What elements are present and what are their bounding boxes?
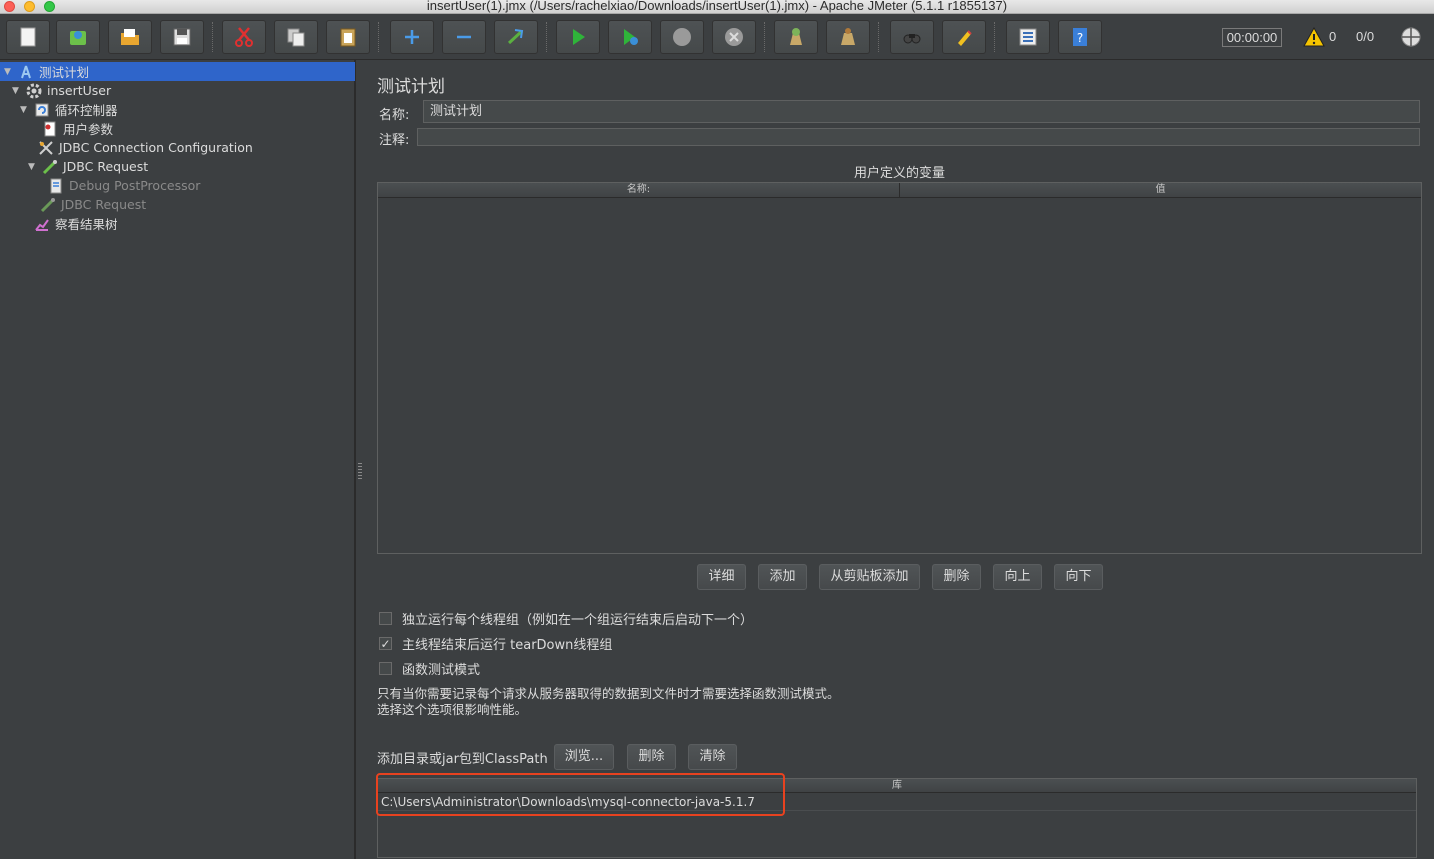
classpath-delete-button[interactable]: 删除 [627,744,676,770]
sampler-icon [42,159,58,175]
expand-arrow-icon[interactable]: ▼ [20,105,30,115]
panel-title: 测试计划 [377,77,445,97]
user-vars-title: 用户定义的变量 [853,166,945,181]
tree-node-jdbc-request-disabled[interactable]: JDBC Request [36,195,146,214]
delete-button[interactable]: 删除 [932,564,981,590]
classpath-label: 添加目录或jar包到ClassPath [377,752,548,767]
window-titlebar: insertUser(1).jmx (/Users/rachelxiao/Dow… [0,0,1434,14]
sampler-icon [40,197,56,213]
warning-count: 0 [1329,29,1337,44]
expand-arrow-icon[interactable]: ▼ [12,86,22,96]
paste-icon[interactable] [326,20,370,54]
option-independent-thread-groups[interactable]: 独立运行每个线程组（例如在一个组运行结束后启动下一个） [379,609,753,628]
clear-all-icon[interactable] [826,20,870,54]
tree-node-thread-group[interactable]: ▼ insertUser [12,81,111,100]
comment-label: 注释: [379,133,410,148]
new-icon[interactable] [6,20,50,54]
checkbox-checked[interactable]: ✓ [379,637,392,651]
window-title: insertUser(1).jmx (/Users/rachelxiao/Dow… [426,0,1008,13]
stop-icon[interactable] [660,20,704,54]
option-teardown-after-shutdown[interactable]: ✓ 主线程结束后运行 tearDown线程组 [379,634,612,653]
add-button[interactable]: 添加 [758,564,807,590]
function-helper-icon[interactable] [1006,20,1050,54]
expand-arrow-icon[interactable]: ▼ [4,67,14,77]
comment-field[interactable] [417,128,1420,146]
help-icon[interactable]: ? [1058,20,1102,54]
tree-node-view-results-tree[interactable]: 察看结果树 [30,214,118,233]
browse-button[interactable]: 浏览... [554,744,614,770]
thread-group-icon [26,83,42,99]
clear-icon[interactable] [774,20,818,54]
listener-icon [34,216,50,232]
test-plan-panel: 测试计划 名称: 测试计划 注释: 用户定义的变量 名称: 值 详细 添加 从剪… [365,60,1434,859]
collapse-icon[interactable] [442,20,486,54]
panel-splitter[interactable] [355,60,365,859]
save-icon[interactable] [160,20,204,54]
test-plan-icon [18,64,34,80]
column-header-name[interactable]: 名称: [378,183,900,197]
tree-node-debug-postprocessor[interactable]: Debug PostProcessor [44,176,200,195]
user-vars-table-header: 名称: 值 [378,183,1421,198]
detail-button[interactable]: 详细 [697,564,746,590]
svg-text:?: ? [1077,31,1083,45]
active-threads-count: 0/0 [1356,29,1375,44]
move-down-button[interactable]: 向下 [1054,564,1103,590]
checkbox-unchecked[interactable] [379,662,392,675]
test-plan-tree: ▼ 测试计划 ▼ insertUser ▼ 循环控制器 用户参数 JDBC Co… [0,60,355,859]
elapsed-timer: 00:00:00 [1222,28,1282,47]
tree-node-loop-controller[interactable]: ▼ 循环控制器 [20,100,118,119]
tree-node-jdbc-connection-config[interactable]: JDBC Connection Configuration [34,138,253,157]
functional-mode-note-2: 选择这个选项很影响性能。 [377,702,528,717]
remote-globe-icon[interactable] [1400,26,1422,48]
tree-node-test-plan[interactable]: ▼ 测试计划 [0,62,355,81]
add-from-clipboard-button[interactable]: 从剪贴板添加 [819,564,920,590]
toggle-icon[interactable] [494,20,538,54]
start-no-pause-icon[interactable] [608,20,652,54]
name-field[interactable]: 测试计划 [423,100,1420,123]
copy-icon[interactable] [274,20,318,54]
open-icon[interactable] [108,20,152,54]
user-params-icon [42,121,58,137]
option-functional-test-mode[interactable]: 函数测试模式 [379,659,480,678]
cut-icon[interactable] [222,20,266,54]
classpath-clear-button[interactable]: 清除 [688,744,737,770]
column-header-value[interactable]: 值 [900,183,1421,197]
config-icon [38,140,54,156]
warning-icon[interactable] [1303,27,1325,47]
name-label: 名称: [379,108,410,123]
user-vars-table[interactable]: 名称: 值 [377,182,1422,554]
splitter-grip-icon[interactable] [358,463,362,479]
start-icon[interactable] [556,20,600,54]
shutdown-icon[interactable] [712,20,756,54]
move-up-button[interactable]: 向上 [993,564,1042,590]
tree-node-user-params[interactable]: 用户参数 [38,119,113,138]
toolbar: ? 00:00:00 0 0/0 [0,14,1434,60]
search-icon[interactable] [890,20,934,54]
expand-icon[interactable] [390,20,434,54]
templates-icon[interactable] [56,20,100,54]
postprocessor-icon [48,178,64,194]
checkbox-unchecked[interactable] [379,612,392,625]
tree-node-jdbc-request[interactable]: ▼ JDBC Request [28,157,148,176]
expand-arrow-icon[interactable]: ▼ [28,162,38,172]
annotation-highlight-box [376,773,785,816]
reset-search-icon[interactable] [942,20,986,54]
loop-controller-icon [34,102,50,118]
